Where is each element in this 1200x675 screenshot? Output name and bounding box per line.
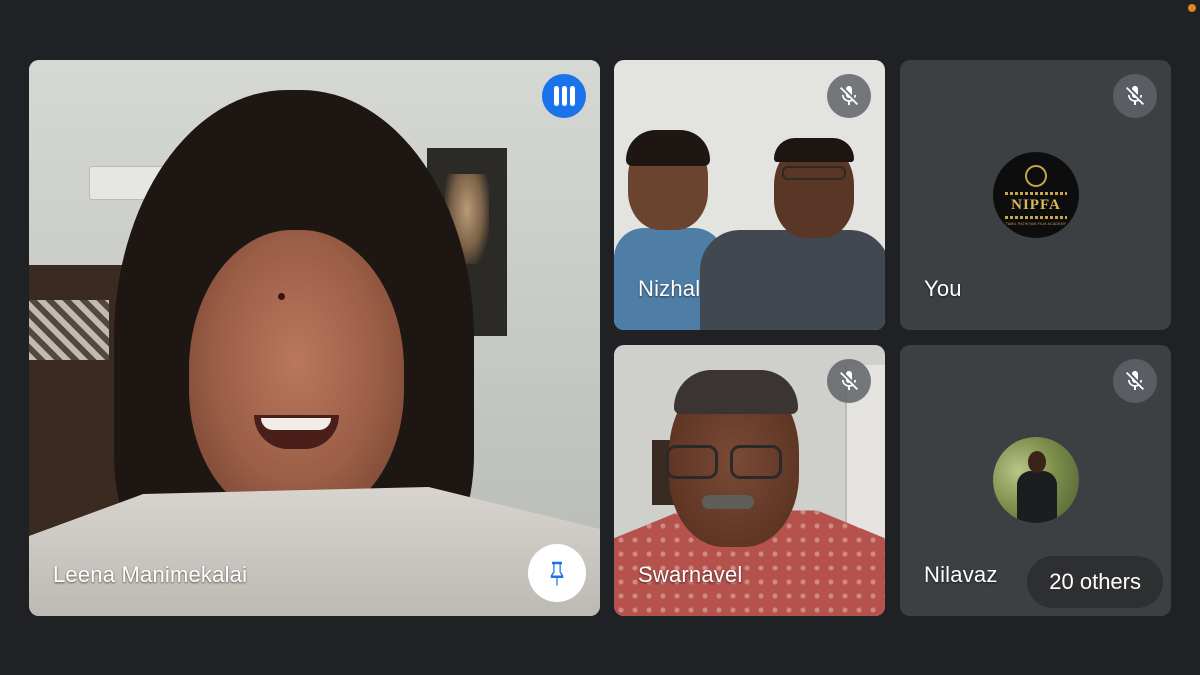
- video-person-moustache: [702, 495, 754, 509]
- logo-film-strip: [1005, 191, 1067, 195]
- logo-subtext: TAMIL PATHIYAM FILM ACADEMY: [1005, 221, 1067, 226]
- video-person-hair: [674, 370, 798, 414]
- speaker-teeth: [261, 418, 331, 430]
- video-person-hair: [626, 130, 710, 166]
- mic-off-icon: [1113, 74, 1157, 118]
- audio-levels-icon: [542, 74, 586, 118]
- nipfa-logo: NIPFA TAMIL PATHIYAM FILM ACADEMY: [993, 152, 1079, 238]
- logo-emblem-icon: [1025, 164, 1047, 187]
- logo-film-strip: [1005, 215, 1067, 219]
- speaker-face: [189, 230, 404, 520]
- participant-name: You: [924, 276, 962, 301]
- participant-name: Leena Manimekalai: [53, 562, 248, 587]
- video-person-glasses: [782, 166, 846, 180]
- video-person-glasses: [666, 445, 786, 481]
- participant-tile-swarnavel[interactable]: Swarnavel: [614, 345, 885, 616]
- mic-off-icon: [827, 74, 871, 118]
- others-button[interactable]: 20 others: [1027, 556, 1163, 608]
- mic-off-icon: [827, 359, 871, 403]
- participant-tile-nizhal[interactable]: Nizhal: [614, 60, 885, 330]
- participant-tile-you[interactable]: NIPFA TAMIL PATHIYAM FILM ACADEMY You: [900, 60, 1171, 330]
- pin-button[interactable]: [528, 544, 586, 602]
- participant-name: Nilavaz: [924, 562, 998, 587]
- participant-name: Swarnavel: [638, 562, 743, 587]
- speaker-bindi: [278, 293, 285, 300]
- avatar: [993, 437, 1079, 523]
- pin-icon: [550, 561, 564, 586]
- video-person-hair: [774, 138, 854, 162]
- participant-name: Nizhal: [638, 276, 701, 301]
- video-person-body: [700, 230, 885, 330]
- video-cushion: [29, 300, 109, 360]
- participant-tile-nilavaz[interactable]: Nilavaz 20 others: [900, 345, 1171, 616]
- recording-indicator: [1188, 4, 1196, 12]
- main-speaker-tile[interactable]: Leena Manimekalai: [29, 60, 600, 616]
- logo-text: NIPFA: [1011, 196, 1061, 213]
- mic-off-icon: [1113, 359, 1157, 403]
